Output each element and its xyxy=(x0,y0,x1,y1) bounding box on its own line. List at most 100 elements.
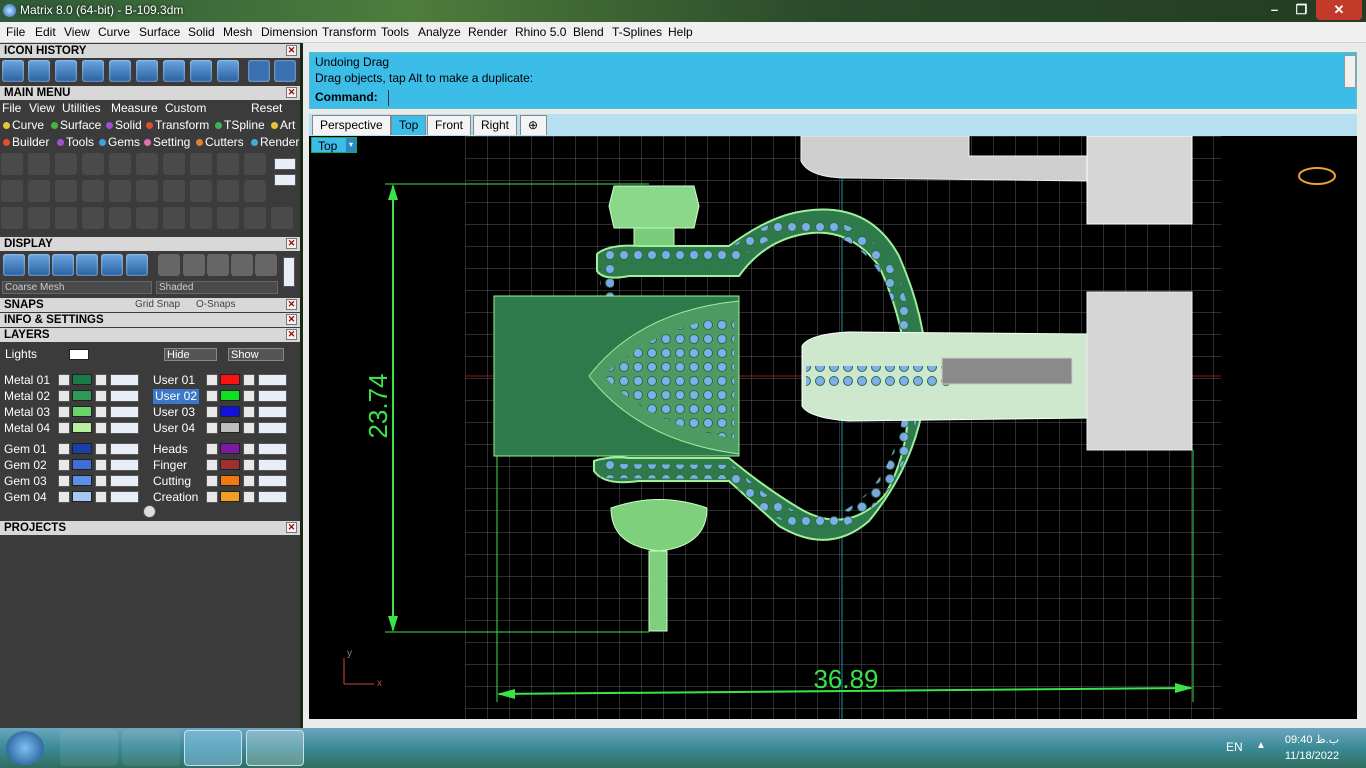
navigation-gem-icon[interactable] xyxy=(1298,167,1336,185)
tool-icon[interactable] xyxy=(244,153,266,175)
main-menu-header[interactable]: MAIN MENU ✕ xyxy=(0,86,300,100)
menu-blend[interactable]: Blend xyxy=(573,25,604,39)
lock-icon[interactable] xyxy=(243,374,255,386)
lock-icon[interactable] xyxy=(243,422,255,434)
tool-icon[interactable] xyxy=(82,180,104,202)
visibility-toggle[interactable] xyxy=(110,475,139,487)
lock-icon[interactable] xyxy=(95,374,107,386)
layer-row[interactable]: Metal 02 xyxy=(4,389,159,404)
mm-solid[interactable]: Solid xyxy=(106,118,142,132)
tool-icon[interactable] xyxy=(55,207,77,229)
lock-icon[interactable] xyxy=(95,422,107,434)
history-tool-icon[interactable] xyxy=(163,60,185,82)
tool-icon[interactable] xyxy=(244,180,266,202)
layer-row[interactable]: Metal 04 xyxy=(4,421,159,436)
menu-view[interactable]: View xyxy=(64,25,90,39)
collapse-icon[interactable] xyxy=(143,505,156,518)
layer-color-swatch[interactable] xyxy=(72,406,92,417)
layer-color-swatch[interactable] xyxy=(72,443,92,454)
dim-horizontal-value[interactable]: 36.89 xyxy=(813,664,878,694)
tool-icon[interactable] xyxy=(217,153,239,175)
layer-row[interactable]: Gem 04 xyxy=(4,490,159,505)
visibility-toggle[interactable] xyxy=(258,390,287,402)
display-mode-icon[interactable] xyxy=(3,254,25,276)
tab-right[interactable]: Right xyxy=(473,115,518,135)
toggle-button[interactable] xyxy=(274,174,296,186)
tool-icon[interactable] xyxy=(1,153,23,175)
visibility-toggle[interactable] xyxy=(258,459,287,471)
tool-icon[interactable] xyxy=(163,207,185,229)
tool-icon[interactable] xyxy=(28,180,50,202)
visibility-toggle[interactable] xyxy=(258,374,287,386)
layer-name[interactable]: Gem 02 xyxy=(4,458,47,473)
post[interactable] xyxy=(648,550,668,632)
close-icon[interactable]: ✕ xyxy=(286,329,297,340)
command-scrollbar[interactable] xyxy=(1344,55,1356,88)
explorer-app-icon[interactable] xyxy=(246,730,304,766)
lock-icon[interactable] xyxy=(95,475,107,487)
mm-setting[interactable]: Setting xyxy=(144,135,190,149)
layer-expand-icon[interactable] xyxy=(58,443,70,455)
layer-name[interactable]: Gem 04 xyxy=(4,490,47,505)
layer-row[interactable]: Creation xyxy=(153,490,308,505)
close-icon[interactable]: ✕ xyxy=(286,299,297,310)
visibility-toggle[interactable] xyxy=(258,475,287,487)
layer-name[interactable]: Gem 01 xyxy=(4,442,47,457)
layer-expand-icon[interactable] xyxy=(58,475,70,487)
layer-row[interactable]: Heads xyxy=(153,442,308,457)
layer-row[interactable]: Finger xyxy=(153,458,308,473)
lock-icon[interactable] xyxy=(243,390,255,402)
mm-curve[interactable]: Curve xyxy=(3,118,44,132)
matrix-app-icon[interactable] xyxy=(184,730,242,766)
circle-icon[interactable] xyxy=(271,207,293,229)
mm-view[interactable]: View xyxy=(29,101,55,115)
layer-expand-icon[interactable] xyxy=(206,422,218,434)
lock-icon[interactable] xyxy=(95,491,107,503)
dim-vertical-value[interactable]: 23.74 xyxy=(363,373,393,438)
move-icon[interactable] xyxy=(109,207,131,229)
display-toggle[interactable] xyxy=(283,257,295,287)
layer-row[interactable]: Gem 01 xyxy=(4,442,159,457)
layer-row[interactable]: Gem 02 xyxy=(4,458,159,473)
history-forward-icon[interactable] xyxy=(274,60,296,82)
history-tool-icon[interactable] xyxy=(109,60,131,82)
mm-art[interactable]: Art xyxy=(271,118,295,132)
menu-render[interactable]: Render xyxy=(468,25,507,39)
layer-name[interactable]: User 04 xyxy=(153,421,195,436)
lock-icon[interactable] xyxy=(95,443,107,455)
layer-color-swatch[interactable] xyxy=(220,459,240,470)
layer-expand-icon[interactable] xyxy=(58,422,70,434)
visibility-toggle[interactable] xyxy=(110,459,139,471)
lock-icon[interactable] xyxy=(243,459,255,471)
display-mode-icon[interactable] xyxy=(28,254,50,276)
tool-icon[interactable] xyxy=(163,180,185,202)
layer-expand-icon[interactable] xyxy=(206,390,218,402)
display-mode-icon[interactable] xyxy=(126,254,148,276)
tool-icon[interactable] xyxy=(217,207,239,229)
layer-expand-icon[interactable] xyxy=(58,390,70,402)
lock-icon[interactable] xyxy=(243,491,255,503)
layer-name[interactable]: User 01 xyxy=(153,373,195,388)
close-icon[interactable]: ✕ xyxy=(286,45,297,56)
material-icon[interactable] xyxy=(207,254,229,276)
mm-tspline[interactable]: TSpline xyxy=(215,118,265,132)
chevron-down-icon[interactable]: ▾ xyxy=(346,138,356,152)
tab-perspective[interactable]: Perspective xyxy=(312,115,391,135)
layer-name[interactable]: Finger xyxy=(153,458,187,473)
mm-gems[interactable]: Gems xyxy=(99,135,140,149)
layer-name[interactable]: Metal 03 xyxy=(4,405,50,420)
tool-icon[interactable] xyxy=(82,153,104,175)
layer-expand-icon[interactable] xyxy=(58,406,70,418)
paint-app-icon[interactable] xyxy=(60,730,118,766)
layer-color-swatch[interactable] xyxy=(220,422,240,433)
connector-insert[interactable] xyxy=(941,357,1073,385)
layer-expand-icon[interactable] xyxy=(58,374,70,386)
layer-name[interactable]: Metal 01 xyxy=(4,373,50,388)
display-mode-icon[interactable] xyxy=(101,254,123,276)
tool-icon[interactable] xyxy=(190,180,212,202)
visibility-toggle[interactable] xyxy=(110,491,139,503)
info-settings-header[interactable]: INFO & SETTINGS ✕ xyxy=(0,313,300,327)
clock-date[interactable]: 11/18/2022 xyxy=(1280,750,1344,762)
lights-swatch[interactable] xyxy=(69,349,89,360)
layer-expand-icon[interactable] xyxy=(206,406,218,418)
